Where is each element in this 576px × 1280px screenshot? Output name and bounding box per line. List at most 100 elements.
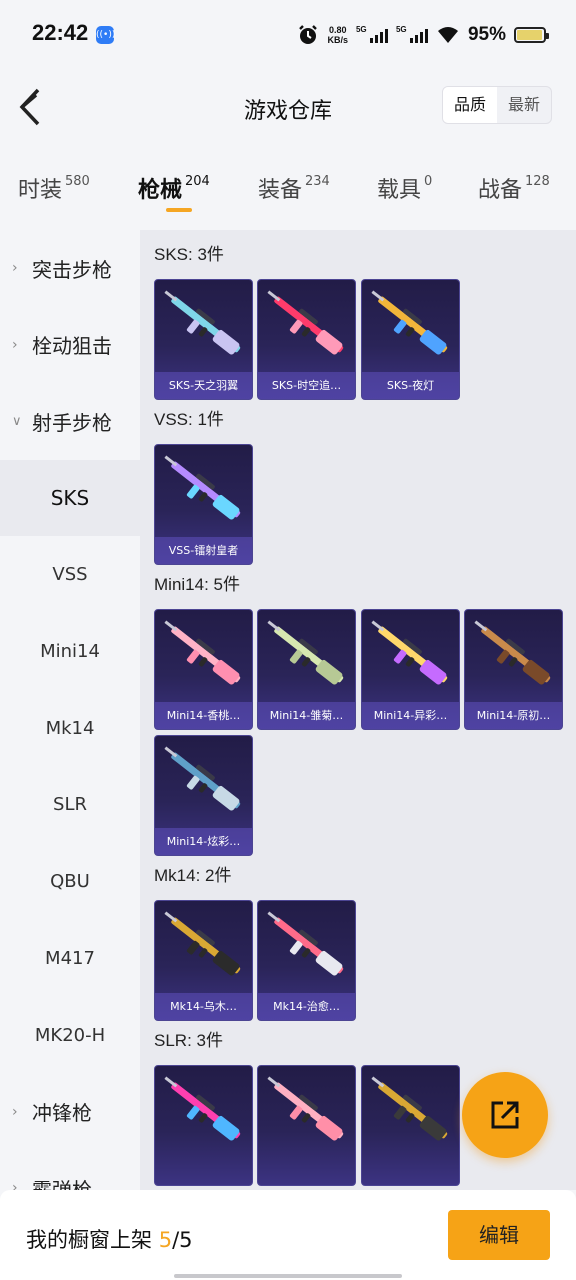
showcase-status: 我的橱窗上架 5/5: [26, 1228, 193, 1252]
rifle-icon: [267, 620, 344, 685]
wifi-icon: [437, 27, 458, 43]
sidebar-item-label: M417: [45, 947, 95, 969]
weapon-card-label: Mini14-炫彩…: [155, 828, 252, 855]
sidebar-item[interactable]: › 突击步枪: [0, 230, 140, 306]
weapon-card[interactable]: Mini14-原初…: [464, 609, 563, 730]
weapon-card[interactable]: Mini14-炫彩…: [154, 735, 253, 856]
weapon-card-label: Mini14-异彩…: [362, 702, 459, 729]
sort-option-quality[interactable]: 品质: [443, 87, 497, 123]
weapon-card-label: SKS-夜灯: [362, 372, 459, 399]
status-bar: 22:42 ((•)) 0.80 KB/s 5G 5G 95%: [0, 0, 576, 62]
active-tab-indicator: [166, 208, 192, 212]
signal-icon: 5G: [356, 25, 388, 43]
weapon-card-label: SKS-时空追…: [258, 372, 355, 399]
sidebar-item[interactable]: M417: [0, 920, 140, 996]
rifle-icon: [164, 1076, 241, 1141]
sidebar-item[interactable]: QBU: [0, 844, 140, 920]
nfc-icon: ((•)): [96, 26, 115, 44]
weapon-card[interactable]: [154, 1065, 253, 1186]
sort-option-newest[interactable]: 最新: [497, 87, 551, 123]
header: 游戏仓库 品质 最新: [0, 62, 576, 152]
home-indicator[interactable]: [174, 1274, 402, 1278]
weapon-card[interactable]: Mini14-雏菊…: [257, 609, 356, 730]
sidebar-item[interactable]: SKS: [0, 460, 140, 537]
section-title: Mini14: 5件: [154, 575, 240, 594]
signal-icon-2: 5G: [396, 25, 428, 43]
sidebar-item-label: SKS: [50, 486, 90, 511]
rifle-icon: [164, 911, 241, 976]
sidebar-item[interactable]: SLR: [0, 767, 140, 843]
weapon-card[interactable]: SKS-时空追…: [257, 279, 356, 400]
share-out-icon: [491, 1101, 519, 1129]
sidebar-item[interactable]: Mk14: [0, 690, 140, 766]
sidebar-item[interactable]: MK20-H: [0, 997, 140, 1073]
chevron-down-icon: ∨: [12, 413, 22, 429]
battery-icon: [514, 27, 549, 43]
sidebar-item-label: Mini14: [40, 641, 100, 662]
sidebar-item-label: SLR: [53, 794, 87, 816]
sidebar-item[interactable]: › 栓动狙击: [0, 307, 140, 383]
sidebar-item-label: Mk14: [45, 717, 95, 739]
tab-fashion[interactable]: 时装 580: [18, 172, 90, 204]
sidebar-item-label: 突击步枪: [32, 257, 112, 282]
weapon-card[interactable]: [361, 1065, 460, 1186]
rifle-icon: [164, 746, 241, 811]
weapon-card[interactable]: Mini14-香桃…: [154, 609, 253, 730]
weapon-type-sidebar: › 突击步枪 › 栓动狙击 ∨ 射手步枪 SKS VSS Mini14 Mk14 SLR QBU M41…: [0, 230, 140, 1202]
section-title: VSS: 1件: [154, 410, 224, 429]
rifle-icon: [474, 620, 551, 685]
sidebar-item[interactable]: ∨ 射手步枪: [0, 383, 140, 459]
sidebar-item[interactable]: VSS: [0, 537, 140, 613]
sidebar-item-label: MK20-H: [34, 1024, 106, 1046]
battery-percent: 95%: [467, 24, 506, 45]
weapon-card-label: Mini14-香桃…: [155, 702, 252, 729]
weapon-card-label: Mk14-治愈…: [258, 993, 355, 1020]
sidebar-item-label: 冲锋枪: [32, 1101, 92, 1126]
weapon-card-label: Mini14-原初…: [465, 702, 562, 729]
weapon-card[interactable]: SKS-天之羽翼: [154, 279, 253, 400]
weapon-card[interactable]: [257, 1065, 356, 1186]
chevron-right-icon: ›: [12, 336, 18, 353]
weapon-card[interactable]: Mini14-异彩…: [361, 609, 460, 730]
rifle-icon: [371, 1076, 448, 1141]
weapon-card-label: Mk14-乌木…: [155, 993, 252, 1020]
alarm-icon: [299, 25, 318, 44]
sidebar-item[interactable]: › 冲锋枪: [0, 1074, 140, 1150]
rifle-icon: [267, 290, 344, 355]
tab-vehicles[interactable]: 载具 0: [377, 172, 432, 204]
section-title: SLR: 3件: [154, 1031, 223, 1050]
weapon-card[interactable]: Mk14-治愈…: [257, 900, 356, 1021]
network-speed: 0.80 KB/s: [327, 25, 348, 45]
showcase-count: 5: [158, 1228, 173, 1252]
showcase-bar: 我的橱窗上架 5/5 编辑: [0, 1190, 576, 1280]
weapon-card-label: Mini14-雏菊…: [258, 702, 355, 729]
tab-equipment[interactable]: 装备 234: [258, 172, 330, 204]
chevron-right-icon: ›: [12, 260, 18, 276]
weapon-grid: SKS: 3件 SKS-天之羽翼 SKS-时空追… SKS-夜灯 VSS: 1件 VSS-…: [140, 230, 576, 1190]
rifle-icon: [164, 620, 241, 685]
rifle-icon: [164, 290, 241, 355]
weapon-card[interactable]: Mk14-乌木…: [154, 900, 253, 1021]
rifle-icon: [371, 290, 448, 355]
weapon-card[interactable]: VSS-镭射皇者: [154, 444, 253, 565]
tab-guns[interactable]: 枪械 204: [138, 172, 210, 204]
section-title: Mk14: 2件: [154, 866, 232, 885]
status-icons: 0.80 KB/s 5G 5G 95%: [297, 20, 549, 50]
sidebar-item-label: QBU: [50, 871, 90, 893]
rifle-icon: [164, 455, 241, 520]
weapon-card[interactable]: SKS-夜灯: [361, 279, 460, 400]
rifle-icon: [371, 620, 448, 685]
edit-button[interactable]: 编辑: [448, 1210, 550, 1260]
sidebar-item-label: 栓动狙击: [32, 334, 112, 359]
status-time: 22:42: [32, 20, 89, 45]
chevron-right-icon: ›: [12, 1103, 18, 1120]
weapon-card-label: VSS-镭射皇者: [155, 537, 252, 564]
sidebar-item[interactable]: Mini14: [0, 614, 140, 690]
rifle-icon: [267, 1076, 344, 1141]
weapon-card-label: SKS-天之羽翼: [155, 372, 252, 399]
sort-toggle: 品质 最新: [442, 86, 552, 124]
sidebar-item-label: VSS: [52, 564, 88, 586]
share-button[interactable]: [462, 1072, 548, 1158]
tab-supplies[interactable]: 战备 128: [478, 172, 550, 204]
section-title: SKS: 3件: [154, 245, 224, 264]
